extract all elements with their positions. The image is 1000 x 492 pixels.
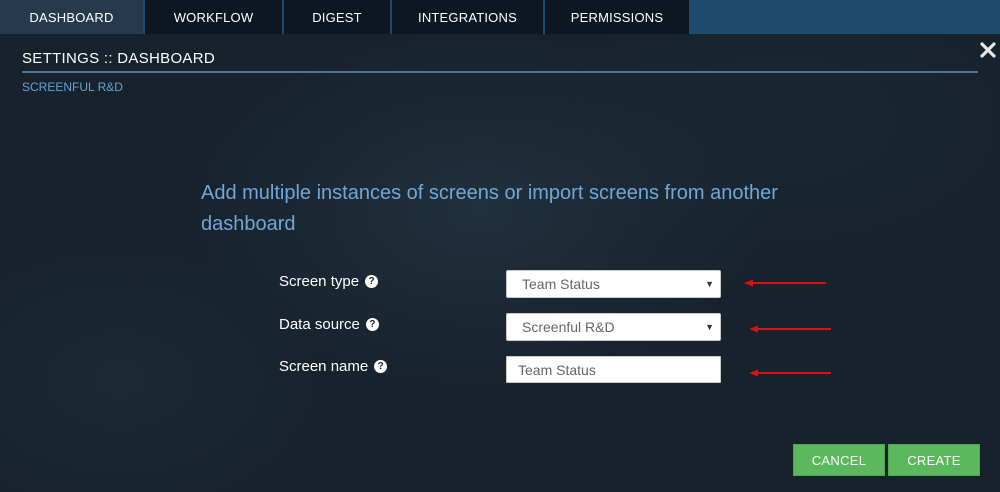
screen-name-input[interactable]: [506, 356, 721, 383]
tab-permissions[interactable]: PERMISSIONS: [545, 0, 689, 34]
screen-type-label: Screen type: [279, 273, 360, 290]
question-circle-icon[interactable]: ?: [365, 275, 379, 288]
screen-type-select[interactable]: Team Status ▼: [506, 270, 721, 298]
page-title: SETTINGS :: DASHBOARD: [22, 50, 215, 67]
background: [0, 0, 1000, 492]
title-divider: [22, 71, 978, 73]
tab-dashboard[interactable]: DASHBOARD: [0, 0, 143, 34]
close-icon[interactable]: [979, 41, 997, 59]
create-button[interactable]: CREATE: [888, 444, 980, 476]
data-source-select[interactable]: Screenful R&D ▼: [506, 313, 721, 341]
breadcrumb: SCREENFUL R&D: [22, 80, 123, 94]
data-source-value: Screenful R&D: [522, 319, 615, 335]
screen-type-value: Team Status: [522, 276, 600, 292]
screen-name-label: Screen name: [279, 358, 369, 375]
screen-type-label-row: Screen type ?: [279, 273, 379, 290]
tab-digest[interactable]: DIGEST: [284, 0, 390, 34]
cancel-button[interactable]: CANCEL: [793, 444, 885, 476]
tab-bar: DASHBOARD WORKFLOW DIGEST INTEGRATIONS P…: [0, 0, 1000, 34]
annotation-arrow-icon: [749, 325, 831, 333]
data-source-label: Data source: [279, 316, 360, 333]
question-circle-icon[interactable]: ?: [374, 360, 388, 373]
intro-text: Add multiple instances of screens or imp…: [201, 182, 778, 235]
data-source-label-row: Data source ?: [279, 316, 379, 333]
caret-down-icon: ▼: [705, 322, 714, 332]
screen-name-label-row: Screen name ?: [279, 358, 388, 375]
caret-down-icon: ▼: [705, 279, 714, 289]
tab-integrations[interactable]: INTEGRATIONS: [392, 0, 543, 34]
annotation-arrow-icon: [744, 279, 826, 287]
question-circle-icon[interactable]: ?: [365, 318, 379, 331]
annotation-arrow-icon: [749, 369, 831, 377]
tab-workflow[interactable]: WORKFLOW: [145, 0, 282, 34]
